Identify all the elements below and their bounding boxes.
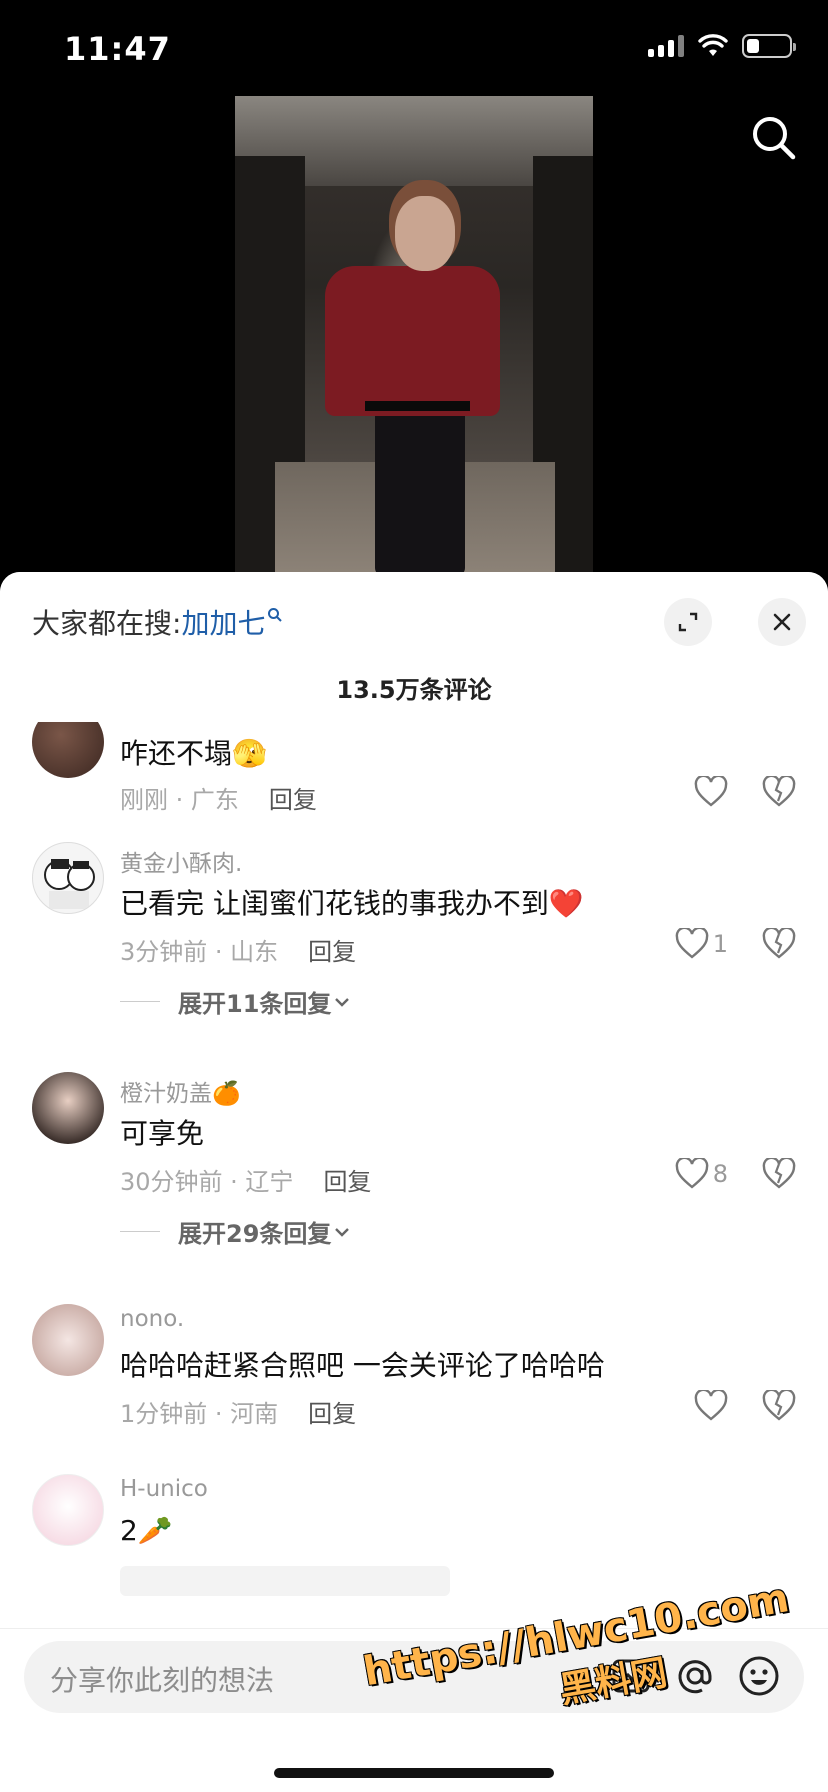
expand-replies-label: 展开29条回复 bbox=[178, 1220, 332, 1248]
comment-text: 已看完 让闺蜜们花钱的事我办不到❤️ bbox=[120, 887, 584, 920]
avatar[interactable] bbox=[32, 1474, 104, 1546]
search-icon[interactable] bbox=[748, 112, 800, 164]
divider bbox=[120, 1001, 160, 1002]
comment-sheet-header: 大家都在搜:加加七 13.5万条评论 bbox=[0, 572, 828, 722]
comment-meta: 30分钟前 · 辽宁 回复 bbox=[120, 1162, 371, 1197]
comment-text: 可享免 bbox=[120, 1117, 205, 1150]
video-player[interactable] bbox=[235, 96, 593, 572]
comment-time-location: 1分钟前 · 河南 bbox=[120, 1400, 279, 1428]
orange-emoji-icon: 🍊 bbox=[212, 1081, 241, 1107]
expand-replies-button[interactable]: 展开11条回复 bbox=[120, 984, 353, 1019]
video-person-belt bbox=[365, 401, 470, 411]
video-person-body bbox=[325, 266, 500, 416]
heart-icon bbox=[675, 1158, 709, 1189]
video-person-head bbox=[395, 196, 455, 271]
comment-image-thumbnail[interactable] bbox=[120, 1566, 450, 1596]
wifi-icon bbox=[698, 34, 728, 56]
comment-text: 2🥕 bbox=[120, 1514, 173, 1547]
comment-username[interactable]: H-unico bbox=[120, 1476, 208, 1502]
status-bar: 11:47 bbox=[0, 0, 828, 96]
like-count: 8 bbox=[712, 1160, 728, 1188]
home-indicator[interactable] bbox=[274, 1768, 554, 1778]
signal-icon bbox=[648, 35, 684, 57]
avatar[interactable] bbox=[32, 1304, 104, 1376]
expand-icon bbox=[678, 612, 698, 632]
heart-icon bbox=[675, 928, 709, 959]
hot-search[interactable]: 大家都在搜:加加七 bbox=[32, 602, 283, 642]
search-small-icon bbox=[268, 607, 283, 622]
heart-icon bbox=[694, 1390, 728, 1421]
reply-button[interactable]: 回复 bbox=[269, 786, 317, 814]
comment-username[interactable]: nono. bbox=[120, 1306, 184, 1332]
hot-search-prefix: 大家都在搜: bbox=[32, 607, 182, 640]
dislike-icon[interactable] bbox=[762, 776, 796, 808]
like-button[interactable] bbox=[694, 1390, 728, 1422]
heart-emoji-icon: ❤️ bbox=[548, 887, 584, 920]
divider bbox=[120, 1231, 160, 1232]
like-button[interactable] bbox=[694, 776, 728, 808]
comment-text: 哈哈哈赶紧合照吧 一会关评论了哈哈哈 bbox=[120, 1349, 605, 1382]
comment-username[interactable]: 黄金小酥肉. bbox=[120, 844, 242, 878]
dislike-icon[interactable] bbox=[762, 1390, 796, 1422]
comment-time-location: 30分钟前 · 辽宁 bbox=[120, 1168, 294, 1196]
heart-icon bbox=[694, 776, 728, 807]
like-button[interactable]: 8 bbox=[675, 1158, 728, 1190]
comment-time-location: 刚刚 · 广东 bbox=[120, 786, 239, 814]
status-icons bbox=[648, 34, 796, 58]
reply-button[interactable]: 回复 bbox=[308, 938, 356, 966]
comment-meta: 3分钟前 · 山东 回复 bbox=[120, 932, 356, 967]
comment-meta: 刚刚 · 广东 回复 bbox=[120, 780, 317, 815]
like-count: 1 bbox=[712, 930, 728, 958]
comment-meta: 1分钟前 · 河南 回复 bbox=[120, 1394, 356, 1429]
expand-replies-button[interactable]: 展开29条回复 bbox=[120, 1214, 353, 1249]
emoji-icon: 🫣 bbox=[232, 737, 267, 770]
reply-button[interactable]: 回复 bbox=[323, 1168, 371, 1196]
comment-text: 咋还不塌🫣 bbox=[120, 737, 267, 770]
comment-username[interactable]: 橙汁奶盖🍊 bbox=[120, 1074, 241, 1108]
reply-button[interactable]: 回复 bbox=[308, 1400, 356, 1428]
close-button[interactable] bbox=[758, 598, 806, 646]
video-person-legs bbox=[375, 406, 465, 572]
fullscreen-button[interactable] bbox=[664, 598, 712, 646]
comment-input-placeholder: 分享你此刻的想法 bbox=[50, 1664, 275, 1697]
close-icon bbox=[773, 613, 791, 631]
chevron-down-icon bbox=[335, 997, 350, 1007]
battery-icon bbox=[742, 34, 796, 58]
dislike-icon[interactable] bbox=[762, 1158, 796, 1190]
chevron-down-icon bbox=[335, 1227, 350, 1237]
avatar[interactable] bbox=[32, 1072, 104, 1144]
dislike-icon[interactable] bbox=[762, 928, 796, 960]
expand-replies-label: 展开11条回复 bbox=[178, 990, 332, 1018]
like-button[interactable]: 1 bbox=[675, 928, 728, 960]
hot-search-keyword[interactable]: 加加七 bbox=[181, 607, 265, 640]
comment-count: 13.5万条评论 bbox=[336, 676, 492, 704]
status-time: 11:47 bbox=[64, 30, 171, 68]
carrot-emoji-icon: 🥕 bbox=[137, 1514, 173, 1547]
comment-time-location: 3分钟前 · 山东 bbox=[120, 938, 279, 966]
avatar[interactable] bbox=[32, 842, 104, 914]
